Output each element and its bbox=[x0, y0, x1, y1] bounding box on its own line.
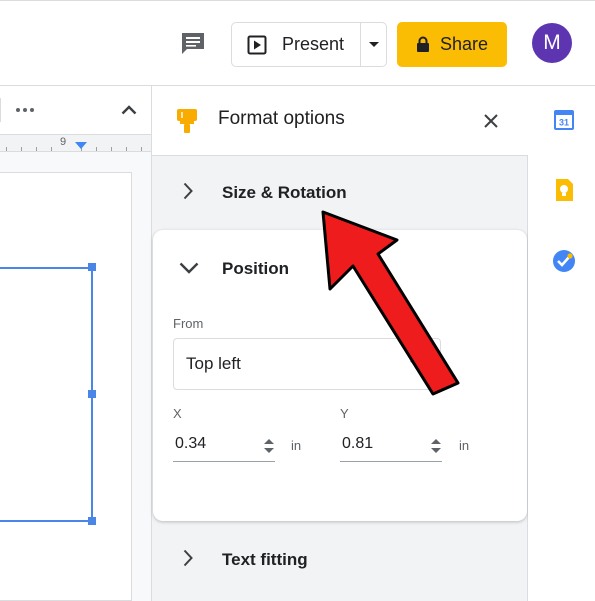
x-label: X bbox=[173, 406, 182, 421]
comment-button[interactable] bbox=[176, 28, 210, 58]
section-size-rotation[interactable]: Size & Rotation bbox=[152, 157, 528, 227]
toolbar-separator bbox=[0, 98, 1, 122]
more-icon[interactable] bbox=[15, 100, 35, 120]
comment-icon bbox=[182, 33, 204, 54]
present-label: Present bbox=[282, 34, 345, 54]
chevron-down-icon[interactable] bbox=[178, 257, 200, 279]
right-sidebar: 31 bbox=[528, 86, 595, 601]
format-options-panel: Format options Size & Rotation Position … bbox=[151, 86, 528, 601]
from-select-value: Top left bbox=[186, 354, 241, 373]
toolbar bbox=[0, 86, 151, 134]
y-unit: in bbox=[459, 438, 470, 453]
resize-handle[interactable] bbox=[88, 517, 96, 525]
y-field[interactable]: 0.81 bbox=[340, 428, 442, 462]
y-value: 0.81 bbox=[342, 435, 374, 452]
top-divider bbox=[0, 0, 595, 1]
keep-icon[interactable] bbox=[552, 178, 576, 202]
section-label: Size & Rotation bbox=[222, 183, 347, 202]
paint-brush-icon bbox=[177, 109, 197, 133]
ruler: 9 bbox=[0, 134, 151, 152]
x-field[interactable]: 0.34 bbox=[173, 428, 275, 462]
stepper-icon[interactable] bbox=[430, 436, 442, 456]
present-options-button[interactable] bbox=[361, 23, 387, 66]
y-label: Y bbox=[340, 406, 349, 421]
collapse-icon[interactable] bbox=[118, 99, 140, 121]
selected-image-frame[interactable] bbox=[0, 267, 93, 522]
indent-marker[interactable] bbox=[75, 142, 87, 149]
tasks-icon[interactable] bbox=[552, 249, 576, 273]
present-icon bbox=[246, 34, 268, 56]
close-icon bbox=[484, 114, 498, 128]
from-select[interactable]: Top left bbox=[173, 338, 441, 390]
share-button[interactable]: Share bbox=[397, 22, 507, 67]
ruler-number: 9 bbox=[60, 136, 67, 148]
x-unit: in bbox=[291, 438, 302, 453]
present-button-group: Present bbox=[231, 22, 387, 67]
section-label: Text fitting bbox=[222, 550, 308, 569]
from-label: From bbox=[173, 316, 204, 331]
resize-handle[interactable] bbox=[88, 390, 96, 398]
section-position: Position From Top left X 0.34 in Y 0.81 … bbox=[153, 230, 527, 521]
panel-title: Format options bbox=[218, 108, 345, 129]
lock-icon bbox=[416, 36, 429, 52]
stepper-icon[interactable] bbox=[263, 436, 275, 456]
present-button[interactable]: Present bbox=[232, 23, 360, 66]
chevron-right-icon bbox=[178, 181, 198, 201]
resize-handle[interactable] bbox=[88, 263, 96, 271]
section-text-fitting[interactable]: Text fitting bbox=[152, 524, 528, 594]
chevron-right-icon bbox=[178, 548, 198, 568]
avatar[interactable]: M bbox=[532, 23, 572, 63]
section-label[interactable]: Position bbox=[222, 259, 289, 279]
close-panel-button[interactable] bbox=[480, 110, 502, 132]
dropdown-caret-icon bbox=[369, 41, 379, 47]
top-bar: Present Share M bbox=[0, 0, 595, 86]
calendar-icon[interactable]: 31 bbox=[552, 108, 576, 132]
x-value: 0.34 bbox=[175, 435, 207, 452]
share-label: Share bbox=[439, 34, 489, 54]
dropdown-caret-icon bbox=[410, 361, 420, 366]
panel-header: Format options bbox=[152, 86, 528, 156]
svg-text:31: 31 bbox=[559, 118, 569, 128]
